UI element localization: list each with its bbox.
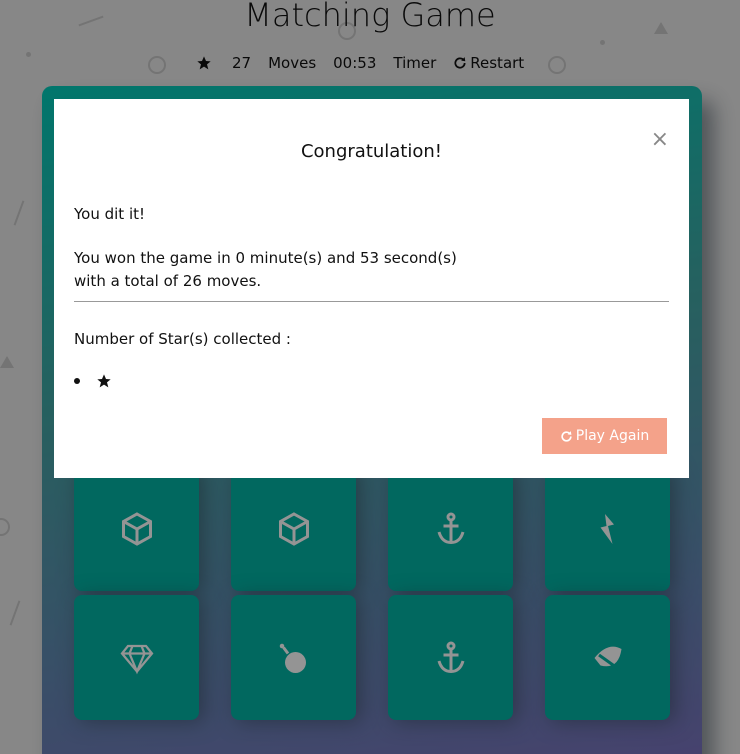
stars-label: Number of Star(s) collected : [74, 330, 291, 348]
restart-icon [561, 430, 572, 442]
stars-list [74, 373, 669, 389]
modal-title: Congratulation! [300, 141, 443, 162]
star-icon [97, 374, 111, 388]
play-again-button[interactable]: Play Again [542, 418, 667, 454]
summary-time: You won the game in 0 minute(s) and 53 s… [74, 249, 457, 267]
summary-moves: with a total of 26 moves. [74, 272, 262, 290]
congratulation-modal: Congratulation! × You dit it! You won th… [54, 99, 689, 478]
close-button[interactable]: × [651, 129, 669, 151]
congrats-message: You dit it! [74, 205, 146, 223]
list-item [74, 373, 112, 389]
modal-body: You dit it! You won the game in 0 minute… [74, 203, 669, 389]
bullet [74, 378, 80, 384]
play-again-label: Play Again [575, 428, 650, 444]
divider [74, 301, 669, 302]
